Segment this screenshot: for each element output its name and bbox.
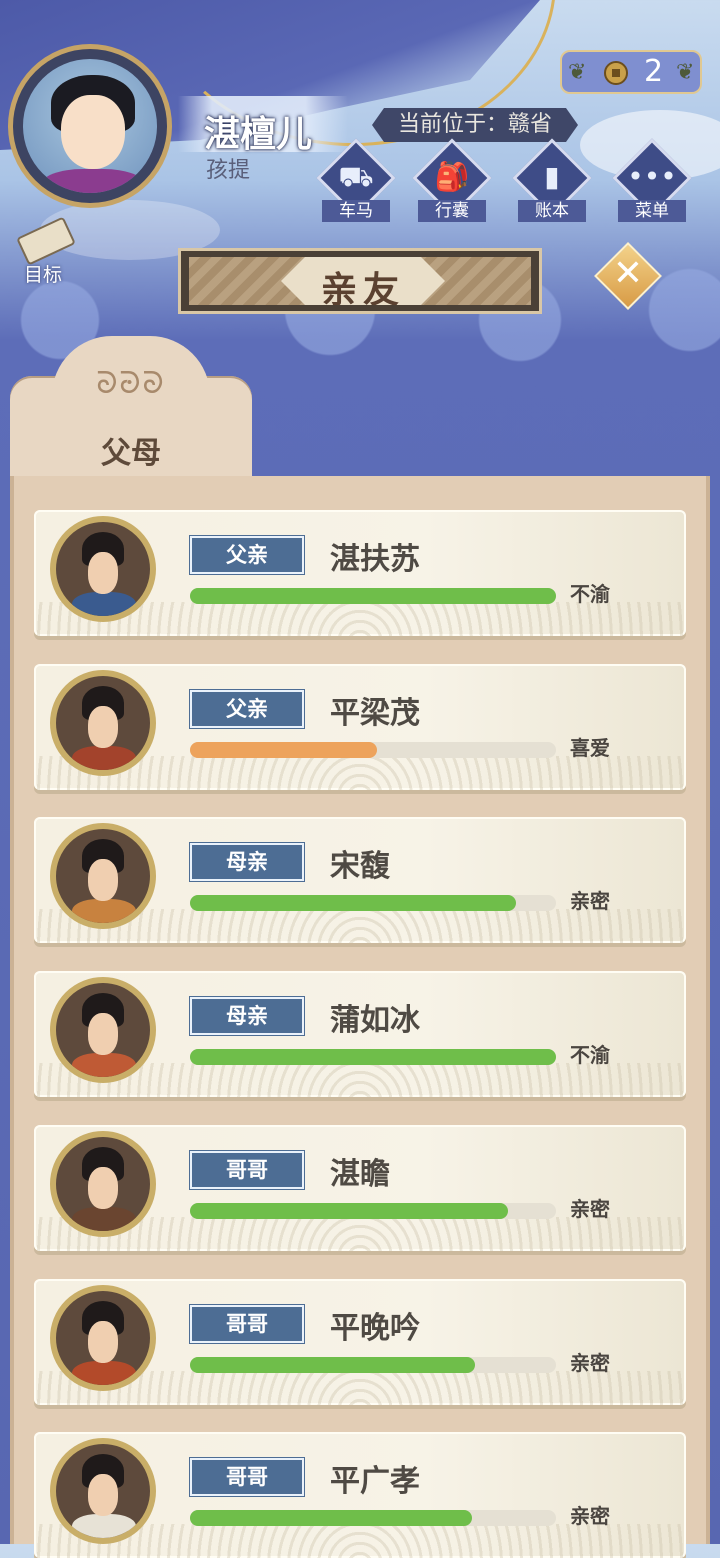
bamboo-icon: ❦ xyxy=(676,60,695,85)
portrait-face xyxy=(88,1321,118,1363)
portrait-face xyxy=(88,1013,118,1055)
relative-card[interactable]: 父亲 湛扶苏 不渝 xyxy=(34,510,686,636)
attitude-label: 亲密 xyxy=(570,1197,610,1221)
attitude-label: 喜爱 xyxy=(570,736,610,760)
ledger-button[interactable]: ▮ 账本 xyxy=(512,138,592,226)
attitude-label: 不渝 xyxy=(570,1043,610,1067)
banner-center-plate: 亲友 xyxy=(281,257,445,305)
relative-card[interactable]: 母亲 宋馥 亲密 xyxy=(34,817,686,943)
attitude-label: 亲密 xyxy=(570,1351,610,1375)
attitude-label: 亲密 xyxy=(570,889,610,913)
relation-tag: 母亲 xyxy=(190,997,304,1035)
banner-pattern: 亲友 xyxy=(189,257,531,305)
close-icon[interactable]: ✕ xyxy=(604,250,652,298)
portrait-face xyxy=(88,1474,118,1516)
player-avatar[interactable] xyxy=(8,44,172,208)
relation-tag: 父亲 xyxy=(190,690,304,728)
portrait-robe xyxy=(41,169,145,193)
relation-tag: 哥哥 xyxy=(190,1305,304,1343)
relative-portrait xyxy=(50,516,156,622)
relation-tag: 母亲 xyxy=(190,843,304,881)
relative-portrait xyxy=(50,1438,156,1544)
bag-label: 行囊 xyxy=(418,200,486,222)
affection-bar-fill xyxy=(190,1510,472,1526)
affection-bar xyxy=(190,1203,556,1219)
currency-display[interactable]: ❦ 2 ❦ xyxy=(560,50,702,94)
relation-tag: 哥哥 xyxy=(190,1151,304,1189)
player-age-title: 孩提 xyxy=(206,158,251,183)
relative-card[interactable]: 母亲 蒲如冰 不渝 xyxy=(34,971,686,1097)
swirl-ornament-icon: ᘐᘒᘐ xyxy=(96,366,166,401)
relative-portrait xyxy=(50,670,156,776)
relation-tag: 父亲 xyxy=(190,536,304,574)
affection-bar xyxy=(190,1049,556,1065)
relative-portrait xyxy=(50,977,156,1083)
main-menu-button[interactable]: ••• 菜单 xyxy=(612,138,692,226)
affection-bar xyxy=(190,588,556,604)
affection-bar xyxy=(190,895,556,911)
affection-bar xyxy=(190,742,556,758)
carriage-button[interactable]: ⛟ 车马 xyxy=(316,138,396,226)
bamboo-icon: ❦ xyxy=(568,60,587,85)
attitude-label: 不渝 xyxy=(570,582,610,606)
portrait-face xyxy=(88,552,118,594)
attitude-label: 亲密 xyxy=(570,1504,610,1528)
page-title-banner: 亲友 xyxy=(178,248,542,314)
page-title: 亲友 xyxy=(320,270,405,311)
bag-button[interactable]: 🎒 行囊 xyxy=(412,138,492,226)
menu-label: 菜单 xyxy=(618,200,686,222)
affection-bar-fill xyxy=(190,1049,556,1065)
relative-card[interactable]: 哥哥 湛瞻 亲密 xyxy=(34,1125,686,1251)
affection-bar-fill xyxy=(190,1357,476,1373)
scroll-icon xyxy=(16,216,76,266)
menu-icon: ••• xyxy=(627,160,677,193)
bag-icon: 🎒 xyxy=(434,160,470,193)
affection-bar-fill xyxy=(190,742,377,758)
relative-name: 平广孝 xyxy=(330,1464,420,1499)
portrait-face xyxy=(88,706,118,748)
ledger-label: 账本 xyxy=(518,200,586,222)
currency-count: 2 xyxy=(644,54,664,89)
affection-bar xyxy=(190,1357,556,1373)
relative-portrait xyxy=(50,1285,156,1391)
relative-name: 蒲如冰 xyxy=(330,1003,420,1038)
portrait-face xyxy=(88,1167,118,1209)
relative-card[interactable]: 父亲 平梁茂 喜爱 xyxy=(34,664,686,790)
relative-portrait xyxy=(50,1131,156,1237)
player-name: 湛檀儿 xyxy=(204,114,313,155)
goal-label: 目标 xyxy=(23,264,62,286)
relative-name: 湛扶苏 xyxy=(330,542,420,577)
relative-name: 宋馥 xyxy=(330,849,390,884)
relative-card[interactable]: 哥哥 平晚吟 亲密 xyxy=(34,1279,686,1405)
portrait-face xyxy=(61,95,125,169)
tab-label: 父母 xyxy=(101,436,161,471)
relative-portrait xyxy=(50,823,156,929)
relative-name: 平晚吟 xyxy=(330,1311,420,1346)
carriage-label: 车马 xyxy=(322,200,390,222)
location-label: 当前位于：赣省 xyxy=(372,108,578,142)
coin-icon xyxy=(604,61,628,85)
ledger-icon: ▮ xyxy=(544,160,560,193)
affection-bar-fill xyxy=(190,588,556,604)
goal-button[interactable]: 目标 xyxy=(10,216,80,286)
player-portrait xyxy=(23,59,157,193)
relation-tag: 哥哥 xyxy=(190,1458,304,1496)
portrait-face xyxy=(88,859,118,901)
affection-bar xyxy=(190,1510,556,1526)
relative-name: 平梁茂 xyxy=(330,696,420,731)
relative-name: 湛瞻 xyxy=(330,1157,390,1192)
relative-card[interactable]: 哥哥 平广孝 亲密 xyxy=(34,1432,686,1558)
carriage-icon: ⛟ xyxy=(338,160,374,193)
affection-bar-fill xyxy=(190,1203,509,1219)
affection-bar-fill xyxy=(190,895,516,911)
